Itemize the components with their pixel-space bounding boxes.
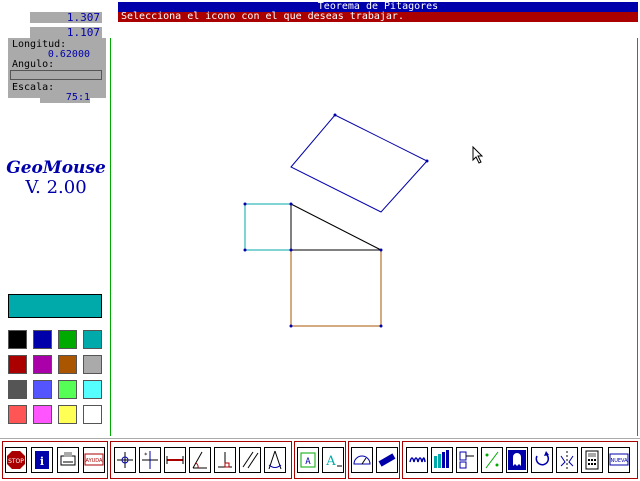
color-swatch-0[interactable] [8,330,27,349]
help-icon: AYUDA [84,453,104,466]
calculator-icon [585,450,599,470]
color-swatch-9[interactable] [33,380,52,399]
stop-icon: STOP [7,451,25,469]
svg-text:STOP: STOP [8,458,24,465]
svg-text:i: i [40,455,44,468]
svg-text:*: * [144,452,148,459]
arrow-icon [459,451,474,469]
color-swatch-5[interactable] [33,355,52,374]
calculator-button[interactable] [581,447,603,473]
ratio-button[interactable] [481,447,503,473]
angle-button[interactable] [189,447,211,473]
color-swatch-6[interactable] [58,355,77,374]
parallel-button[interactable] [239,447,261,473]
triangle [290,203,382,251]
text-icon: A [325,454,342,469]
color-swatch-13[interactable] [33,405,52,424]
logo-version: V. 2.00 [25,177,87,198]
color-swatch-15[interactable] [83,405,102,424]
parallel-icon [242,451,259,469]
point-button[interactable] [114,447,136,473]
svg-text:AYUDA: AYUDA [86,458,104,464]
mouse-cursor-icon [472,145,484,164]
print-button[interactable] [57,447,79,473]
arrow-button[interactable] [456,447,478,473]
toolbar: STOP i AYUDA * A A NUEVA [0,438,640,481]
color-swatch-10[interactable] [58,380,77,399]
logo-name: GeoMouse [6,158,106,178]
compass-button[interactable] [264,447,286,473]
rotate-button[interactable] [531,447,553,473]
text-button[interactable]: A [322,447,344,473]
rotate-icon [535,451,550,466]
symmetry-icon [560,451,574,469]
perpendicular-icon [218,452,232,468]
new-icon: NUEVA [609,453,629,466]
intersection-button[interactable]: * [139,447,161,473]
vertex-points [243,113,429,328]
y-coordinate-readout: 1.107 [30,27,102,38]
ruler-button[interactable] [376,447,398,473]
label-icon: A [300,452,316,468]
ratio-icon [485,451,499,469]
segment-button[interactable] [164,447,186,473]
ghost-button[interactable] [506,447,528,473]
x-coordinate-readout: 1.307 [30,12,102,23]
stairs-icon [434,450,449,468]
symmetry-button[interactable] [556,447,578,473]
segment-icon [166,456,184,464]
spring-button[interactable] [406,447,428,473]
spring-icon [409,457,426,463]
perpendicular-button[interactable] [214,447,236,473]
drawing-canvas[interactable] [110,38,638,436]
color-swatch-11[interactable] [83,380,102,399]
protractor-icon [353,455,371,465]
info-icon: i [35,451,49,469]
color-swatch-7[interactable] [83,355,102,374]
square-hypotenuse [290,114,428,213]
ruler-icon [378,453,396,467]
square-short-leg [244,203,292,251]
color-swatch-2[interactable] [58,330,77,349]
ghost-icon [508,450,526,470]
square-long-leg [290,249,382,327]
color-swatch-4[interactable] [8,355,27,374]
info-button[interactable]: i [31,447,53,473]
svg-text:A: A [305,457,311,467]
color-swatch-14[interactable] [58,405,77,424]
color-swatch-3[interactable] [83,330,102,349]
color-swatch-12[interactable] [8,405,27,424]
label-button[interactable]: A [297,447,319,473]
current-color-swatch [8,294,102,318]
svg-text:A: A [325,454,336,469]
pythagoras-figure [243,113,484,328]
color-swatch-8[interactable] [8,380,27,399]
status-message: Selecciona el icono con el que deseas tr… [118,12,638,22]
stairs-button[interactable] [431,447,453,473]
print-icon [60,452,76,466]
help-button[interactable]: AYUDA [83,447,105,473]
point-icon [117,452,133,468]
svg-text:NUEVA: NUEVA [610,458,628,464]
app-logo: GeoMouse V. 2.00 [4,158,108,198]
protractor-button[interactable] [351,447,373,473]
stop-button[interactable]: STOP [5,447,27,473]
intersection-icon: * [142,451,158,469]
color-swatch-1[interactable] [33,330,52,349]
compass-icon [268,450,282,470]
left-panel [2,38,111,436]
angle-icon [192,451,207,469]
new-button[interactable]: NUEVA [608,447,630,473]
